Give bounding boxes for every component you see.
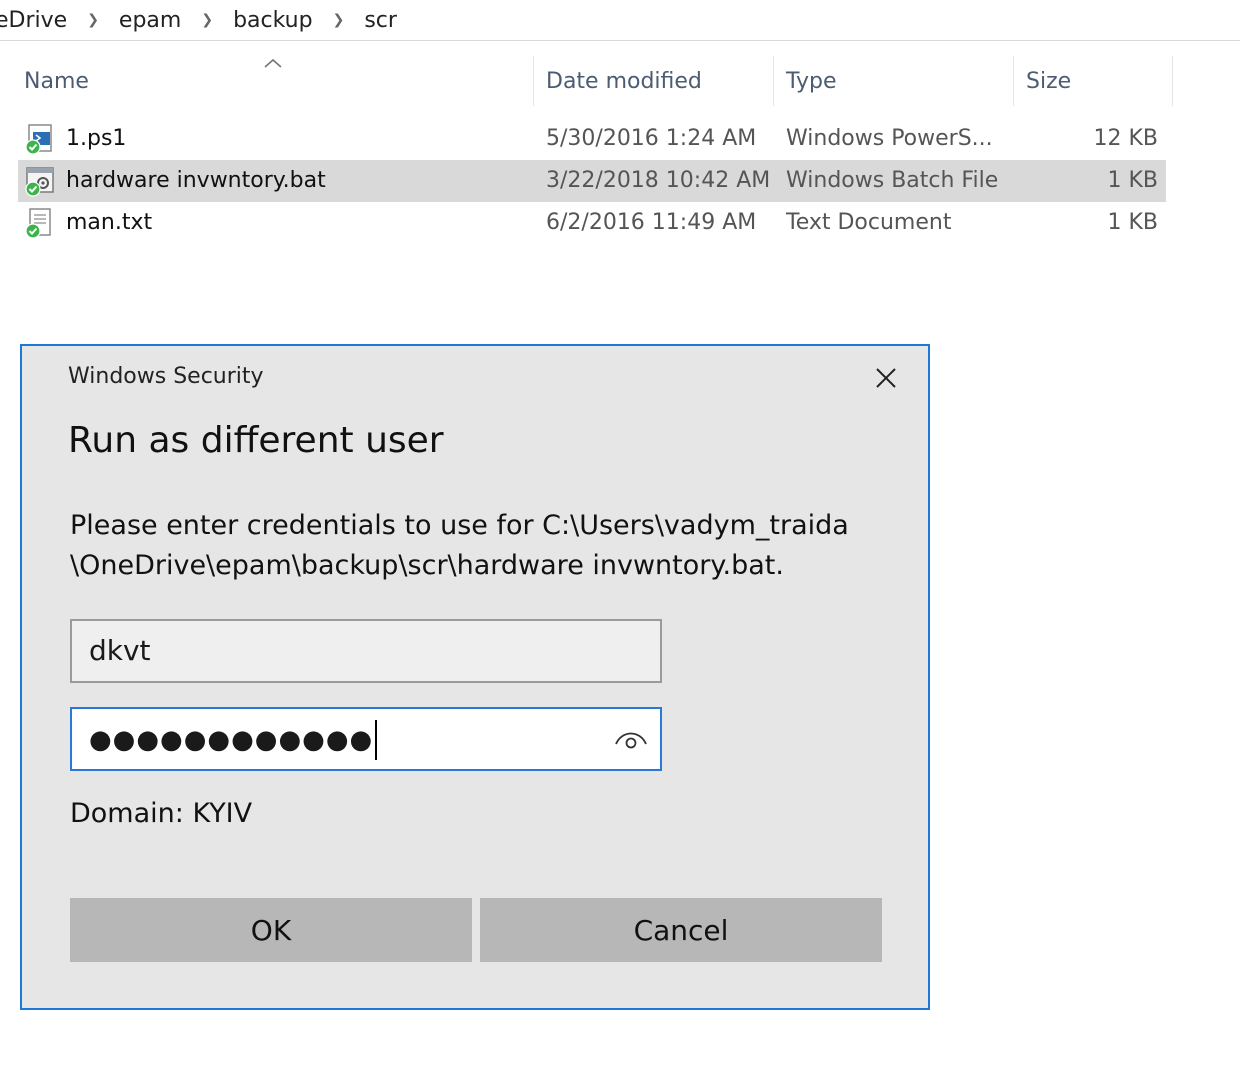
dialog-message-line: \OneDrive\epam\backup\scr\hardware invwn… (70, 550, 784, 581)
dialog-window-title: Windows Security (68, 364, 264, 389)
column-divider[interactable] (1013, 56, 1014, 106)
chevron-right-icon[interactable]: ❯ (201, 12, 213, 28)
file-type: Text Document (786, 210, 952, 235)
username-field[interactable]: dkvt (70, 619, 662, 683)
breadcrumb-item-onedrive[interactable]: eDrive (0, 8, 67, 33)
column-header: Name Date modified Type Size (0, 54, 1240, 110)
file-name: man.txt (66, 210, 153, 235)
username-value: dkvt (89, 634, 151, 667)
password-mask: ●●●●●●●●●●●● (89, 725, 374, 755)
file-type: Windows Batch File (786, 168, 999, 193)
file-row-selected[interactable]: hardware invwntory.bat 3/22/2018 10:42 A… (18, 160, 1166, 202)
file-size: 12 KB (1093, 126, 1158, 151)
cancel-button[interactable]: Cancel (480, 898, 882, 962)
file-type: Windows PowerS... (786, 126, 993, 151)
file-date: 6/2/2016 11:49 AM (546, 210, 757, 235)
column-divider[interactable] (773, 56, 774, 106)
eye-icon (615, 732, 647, 749)
close-button[interactable] (868, 360, 904, 396)
file-size: 1 KB (1107, 210, 1158, 235)
ok-button[interactable]: OK (70, 898, 472, 962)
domain-label: Domain: KYIV (70, 798, 253, 829)
text-file-icon (25, 208, 51, 239)
dialog-message: Please enter credentials to use for C:\U… (70, 506, 870, 586)
column-divider[interactable] (1172, 56, 1173, 106)
chevron-right-icon[interactable]: ❯ (87, 12, 99, 28)
column-name[interactable]: Name (24, 54, 89, 110)
breadcrumb: eDrive ❯ epam ❯ backup ❯ scr (0, 0, 1240, 41)
password-field[interactable]: ●●●●●●●●●●●● (70, 707, 662, 771)
file-date: 5/30/2016 1:24 AM (546, 126, 757, 151)
reveal-password-button[interactable] (612, 721, 650, 757)
windows-security-dialog: Windows Security Run as different user P… (20, 344, 930, 1010)
file-row[interactable]: 1.ps1 5/30/2016 1:24 AM Windows PowerS..… (18, 118, 1166, 160)
file-size: 1 KB (1107, 168, 1158, 193)
breadcrumb-item-scr[interactable]: scr (364, 8, 397, 33)
file-date: 3/22/2018 10:42 AM (546, 168, 771, 193)
file-name: hardware invwntory.bat (66, 168, 326, 193)
batch-file-icon (25, 167, 54, 197)
column-size[interactable]: Size (1026, 54, 1071, 110)
text-caret (375, 720, 378, 760)
column-date-modified[interactable]: Date modified (546, 54, 702, 110)
dialog-heading: Run as different user (68, 420, 444, 461)
powershell-file-icon (25, 124, 52, 155)
chevron-right-icon[interactable]: ❯ (333, 12, 345, 28)
file-name: 1.ps1 (66, 126, 127, 151)
close-icon (876, 368, 896, 388)
file-row[interactable]: man.txt 6/2/2016 11:49 AM Text Document … (18, 202, 1166, 244)
breadcrumb-item-backup[interactable]: backup (233, 8, 313, 33)
dialog-message-line: Please enter credentials to use for C:\U… (70, 510, 849, 541)
breadcrumb-item-epam[interactable]: epam (119, 8, 181, 33)
sort-ascending-icon (264, 57, 282, 71)
column-divider[interactable] (533, 56, 534, 106)
column-type[interactable]: Type (786, 54, 837, 110)
